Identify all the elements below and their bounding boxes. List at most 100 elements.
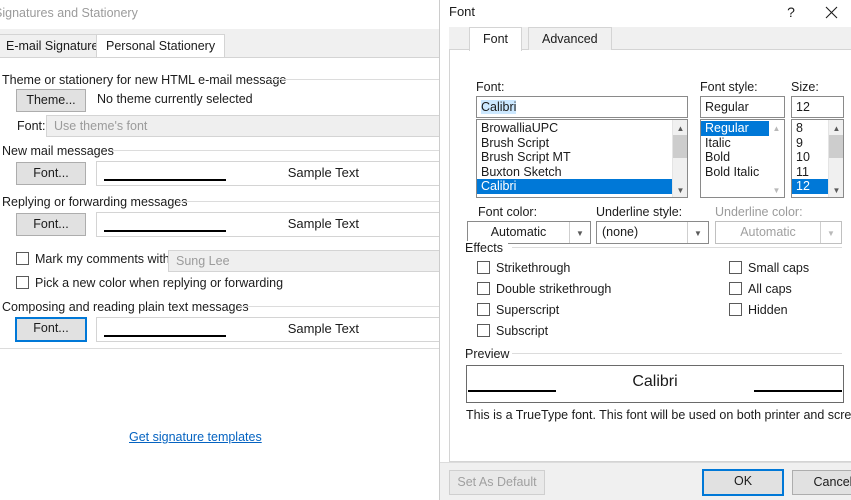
font-dialog-titlebar: Font ? (440, 0, 851, 26)
font-list-item[interactable]: BrowalliaUPC (477, 121, 671, 136)
effect-double-strikethrough-label: Double strikethrough (496, 282, 612, 296)
font-name-input-value: Calibri (481, 100, 517, 114)
font-style-item[interactable]: Italic (701, 136, 768, 151)
underline-color-dropdown: Automatic ▼ (715, 221, 842, 244)
chevron-down-icon[interactable]: ▼ (687, 222, 708, 243)
mark-comments-input[interactable]: Sung Lee (168, 250, 439, 272)
strikethrough-checkbox-box[interactable] (477, 261, 490, 274)
tab-advanced[interactable]: Advanced (528, 27, 612, 51)
cancel-button[interactable]: Cancel (792, 470, 851, 495)
new-mail-sample-rule (104, 179, 226, 181)
superscript-checkbox-box[interactable] (477, 303, 490, 316)
reply-sample-rule (104, 230, 226, 232)
font-dialog: Font ? Font Advanced Font: Font style: S… (439, 0, 851, 500)
effect-strikethrough[interactable]: Strikethrough (477, 261, 570, 275)
preview-group-label: Preview (465, 347, 515, 361)
font-list-scroll-thumb[interactable] (673, 135, 687, 158)
font-dialog-footer: Set As Default OK Cancel (440, 462, 851, 500)
font-list-item[interactable]: Brush Script (477, 136, 671, 151)
scroll-down-icon[interactable]: ▼ (673, 182, 687, 197)
size-label: Size: (791, 80, 819, 94)
screen: Signatures and Stationery E-mail Signatu… (0, 0, 851, 500)
new-mail-sample-text: Sample Text (287, 165, 359, 180)
size-list-item[interactable]: 8 (792, 121, 827, 136)
new-mail-sample-box: Sample Text (96, 161, 439, 186)
font-name-input[interactable]: Calibri (476, 96, 688, 118)
effect-hidden[interactable]: Hidden (729, 303, 788, 317)
plain-text-sample-text: Sample Text (287, 321, 359, 336)
font-dialog-panel: Font: Font style: Size: Calibri Browalli… (449, 50, 851, 462)
font-style-list[interactable]: Regular Italic Bold Bold Italic ▲ ▼ (700, 119, 785, 198)
help-icon[interactable]: ? (780, 2, 802, 24)
double-strikethrough-checkbox-box[interactable] (477, 282, 490, 295)
effect-all-caps[interactable]: All caps (729, 282, 792, 296)
plain-text-bottom-divider (0, 348, 439, 349)
underline-style-dropdown[interactable]: (none) ▼ (596, 221, 709, 244)
scroll-up-icon[interactable]: ▲ (673, 120, 687, 135)
get-signature-templates-link[interactable]: Get signature templates (129, 430, 262, 444)
font-list-item[interactable]: Brush Script MT (477, 150, 671, 165)
font-color-label: Font color: (478, 205, 538, 219)
tab-font[interactable]: Font (469, 27, 523, 51)
font-preview-box: Calibri (466, 365, 844, 403)
underline-color-value: Automatic (740, 225, 796, 239)
font-color-value: Automatic (490, 225, 547, 239)
font-style-label: Font style: (700, 80, 758, 94)
chevron-down-icon[interactable]: ▼ (569, 222, 590, 243)
tab-email-signature[interactable]: E-mail Signature (0, 34, 109, 57)
effect-small-caps-label: Small caps (748, 261, 810, 275)
effect-superscript-label: Superscript (496, 303, 560, 317)
font-style-item[interactable]: Bold Italic (701, 165, 768, 180)
theme-font-value[interactable]: Use theme's font (46, 115, 439, 137)
scroll-up-icon: ▲ (772, 124, 781, 133)
tab-personal-stationery[interactable]: Personal Stationery (96, 34, 226, 57)
scroll-down-icon[interactable]: ▼ (829, 182, 843, 197)
size-list[interactable]: 8 9 10 11 12 ▲ ▼ (791, 119, 844, 198)
size-list-scrollbar[interactable]: ▲ ▼ (828, 120, 843, 197)
effects-group-label: Effects (465, 241, 508, 255)
tab-font-label: Font (483, 32, 509, 46)
mark-comments-checkbox-box[interactable] (16, 252, 29, 265)
preview-group-divider (512, 353, 842, 354)
group-label-new-mail: New mail messages (2, 144, 119, 158)
underline-color-label: Underline color: (715, 205, 803, 219)
size-list-item[interactable]: 9 (792, 136, 827, 151)
effect-superscript[interactable]: Superscript (477, 303, 559, 317)
background-window-titlebar: Signatures and Stationery (0, 0, 439, 28)
theme-font-label: Font: (17, 119, 46, 133)
underline-style-value: (none) (602, 225, 639, 239)
theme-button[interactable]: Theme... (16, 89, 86, 112)
effect-double-strikethrough[interactable]: Double strikethrough (477, 282, 611, 296)
font-style-input[interactable]: Regular (700, 96, 785, 118)
plain-text-font-button[interactable]: Font... (15, 317, 87, 342)
size-input[interactable]: 12 (791, 96, 844, 118)
effect-subscript[interactable]: Subscript (477, 324, 548, 338)
subscript-checkbox-box[interactable] (477, 324, 490, 337)
preview-note-text: This is a TrueType font. This font will … (466, 408, 851, 422)
scroll-down-icon: ▼ (772, 186, 781, 195)
hidden-checkbox-box[interactable] (729, 303, 742, 316)
set-as-default-button[interactable]: Set As Default (449, 470, 545, 495)
font-list-scrollbar[interactable]: ▲ ▼ (672, 120, 687, 197)
size-list-scroll-thumb[interactable] (829, 135, 843, 158)
effect-small-caps[interactable]: Small caps (729, 261, 809, 275)
pick-new-color-checkbox-box[interactable] (16, 276, 29, 289)
font-style-item[interactable]: Bold (701, 150, 768, 165)
small-caps-checkbox-box[interactable] (729, 261, 742, 274)
size-list-item[interactable]: 11 (792, 165, 827, 180)
scroll-up-icon[interactable]: ▲ (829, 120, 843, 135)
mark-comments-label: Mark my comments with: (35, 252, 174, 266)
plain-text-sample-box: Sample Text (96, 317, 439, 342)
chevron-down-icon: ▼ (820, 222, 841, 243)
ok-button[interactable]: OK (702, 469, 784, 496)
size-list-item[interactable]: 10 (792, 150, 827, 165)
font-list[interactable]: BrowalliaUPC Brush Script Brush Script M… (476, 119, 688, 198)
close-icon[interactable] (818, 2, 844, 24)
font-list-item[interactable]: Buxton Sketch (477, 165, 671, 180)
reply-font-button[interactable]: Font... (16, 213, 86, 236)
pick-new-color-checkbox[interactable]: Pick a new color when replying or forwar… (16, 276, 283, 290)
all-caps-checkbox-box[interactable] (729, 282, 742, 295)
mark-comments-checkbox[interactable]: Mark my comments with: (16, 252, 173, 266)
font-list-item-selected[interactable]: Calibri (477, 179, 687, 194)
new-mail-font-button[interactable]: Font... (16, 162, 86, 185)
